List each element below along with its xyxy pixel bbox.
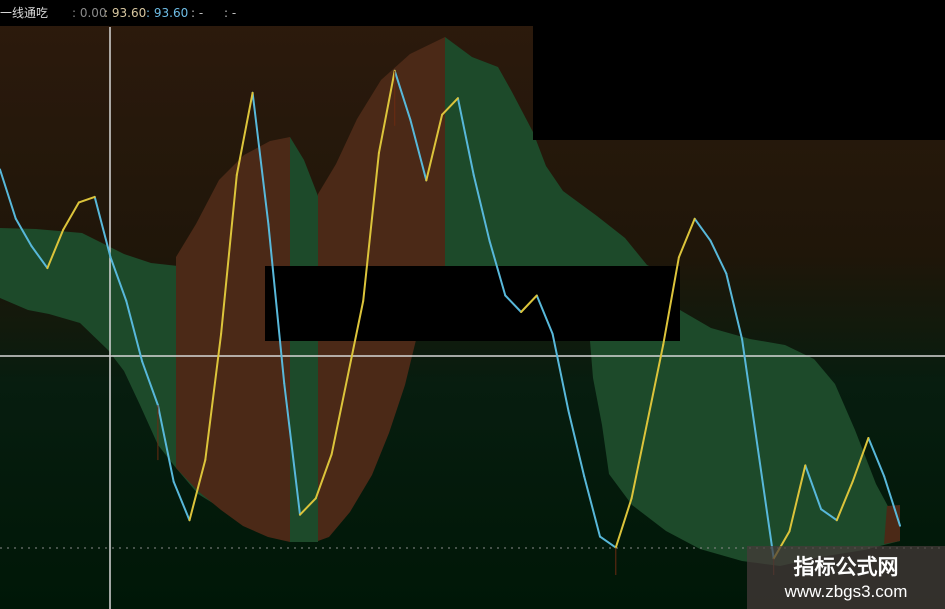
indicator-value-zero: : 0.00 [72,6,107,20]
indicator-value-yellow: : 93.60 [104,6,147,20]
black-mask-top-right [533,0,945,140]
indicator-value-blue: : 93.60 [146,6,189,20]
indicator-value-dash-2: : - [224,6,237,20]
watermark-panel: 指标公式网 www.zbgs3.com [747,546,945,609]
black-mask-center [265,266,680,341]
indicator-name: 一线通吃 [0,6,49,20]
indicator-value-dash-1: : - [191,6,204,20]
indicator-header: 一线通吃 : 0.00 : 93.60 : 93.60 : - : - [0,0,533,26]
indicator-chart-canvas[interactable] [0,0,945,609]
stock-indicator-chart[interactable]: 一线通吃 : 0.00 : 93.60 : 93.60 : - : - 指标公式… [0,0,945,609]
watermark-url: www.zbgs3.com [784,582,908,601]
watermark-title: 指标公式网 [793,555,899,579]
